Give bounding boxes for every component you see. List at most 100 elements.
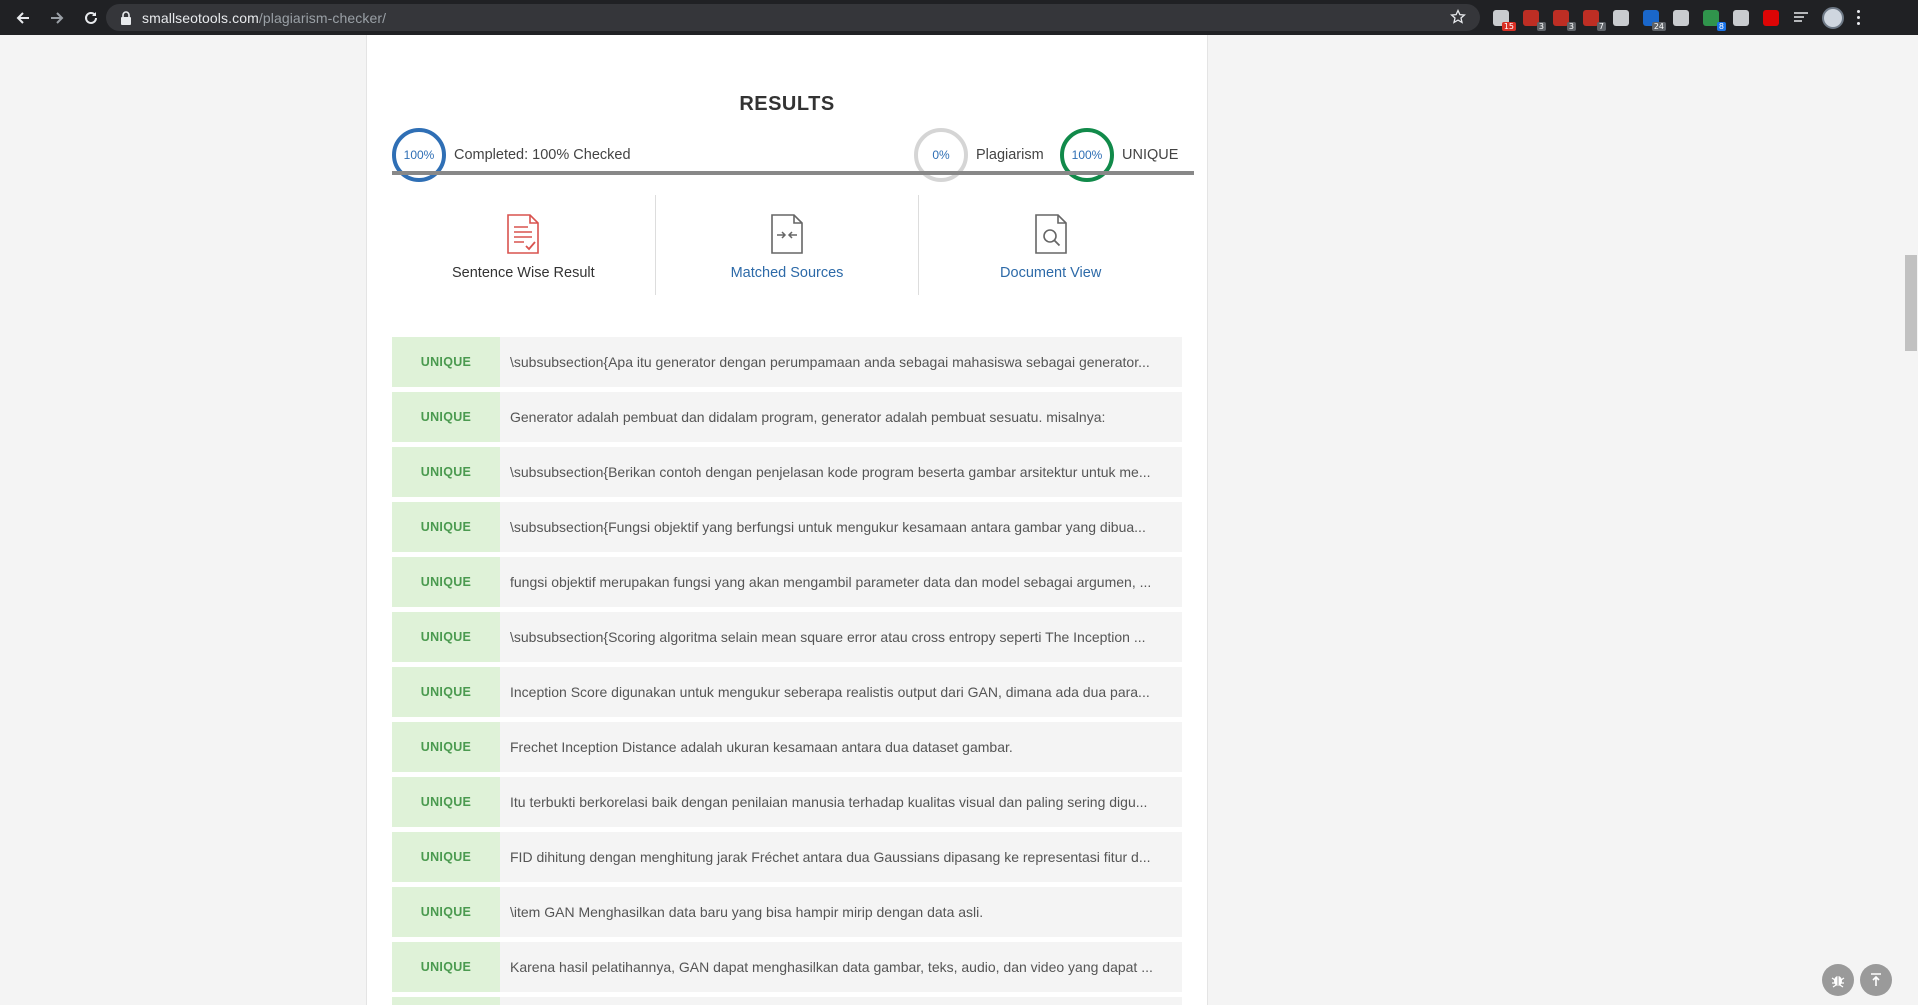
tab-label-sentence-wise: Sentence Wise Result xyxy=(452,265,595,281)
extension-badge: 24 xyxy=(1651,21,1666,31)
tab-document-view[interactable]: Document View xyxy=(918,195,1182,295)
reload-icon xyxy=(85,11,97,24)
extension-badge: 8 xyxy=(1716,21,1726,31)
tab-label-document-view: Document View xyxy=(1000,265,1102,281)
result-row[interactable]: UNIQUE Inception Score digunakan untuk me… xyxy=(392,667,1182,717)
bug-report-button[interactable] xyxy=(1822,964,1854,996)
forward-button[interactable] xyxy=(42,3,72,33)
result-row[interactable]: UNIQUE fungsi objektif merupakan fungsi y… xyxy=(392,557,1182,607)
forward-arrow-icon xyxy=(51,11,64,24)
plagiarism-label: Plagiarism xyxy=(976,147,1044,163)
extension-button[interactable]: 7 xyxy=(1580,7,1606,31)
extension-button[interactable] xyxy=(1670,7,1692,29)
compare-icon xyxy=(771,214,803,254)
sentence-text-value: Inception Score digunakan untuk mengukur… xyxy=(510,684,1150,700)
youtube-icon xyxy=(1763,9,1779,26)
extension-badge: 3 xyxy=(1566,21,1576,31)
download-icon xyxy=(1733,9,1749,26)
reading-list-icon xyxy=(1794,11,1808,22)
sentence-text-value: \item GAN Menghasilkan data baru yang bi… xyxy=(510,904,984,920)
unique-status-badge: UNIQUE xyxy=(392,392,500,442)
result-row[interactable]: UNIQUE Karena hasil pelatihannya, GAN dap… xyxy=(392,942,1182,992)
sentence-text-value: Generator adalah pembuat dan didalam pro… xyxy=(510,409,1106,425)
unique-status-badge: UNIQUE xyxy=(392,612,500,662)
sentence-text-value: FID dihitung dengan menghitung jarak Fré… xyxy=(510,849,1151,865)
unique-status-badge: UNIQUE xyxy=(392,337,500,387)
unique-status-badge: UNIQUE xyxy=(392,557,500,607)
unique-status-badge: UNIQUE xyxy=(392,777,500,827)
results-divider xyxy=(392,171,1194,175)
result-row[interactable]: UNIQUE \subsubsection{Berikan contoh deng… xyxy=(392,447,1182,497)
result-row[interactable]: UNIQUE FID dihitung dengan menghitung jar… xyxy=(392,832,1182,882)
sentence-text: \subsubsection{Scoring algoritma selain … xyxy=(500,612,1182,662)
tab-label-matched-sources: Matched Sources xyxy=(730,265,844,281)
result-row[interactable]: UNIQUE \subsubsection{Fungsi objektif yan… xyxy=(392,502,1182,552)
result-row[interactable]: UNIQUE \item GAN Menghasilkan data baru y… xyxy=(392,887,1182,937)
extension-button[interactable]: 15 xyxy=(1490,7,1516,31)
sentence-text: Inception Score digunakan untuk mengukur… xyxy=(500,667,1182,717)
unique-status-badge: UNIQUE xyxy=(392,887,500,937)
reading-list-button[interactable] xyxy=(1790,7,1812,29)
results-card: RESULTS 100% Completed: 100% Checked 0% … xyxy=(366,35,1208,1005)
tab-sentence-wise-result[interactable]: Sentence Wise Result xyxy=(392,195,655,295)
result-row[interactable]: UNIQUE Itu terbukti berkorelasi baik deng… xyxy=(392,777,1182,827)
back-arrow-icon xyxy=(16,11,29,24)
sentence-text: \item GAN Menghasilkan data baru yang bi… xyxy=(500,887,1182,937)
sentence-text: \subsubsection{Berikan contoh dengan pen… xyxy=(500,447,1182,497)
document-search-icon xyxy=(1034,214,1067,254)
sentence-text: Berkat hal tersebut, GAN dapat digunakan… xyxy=(500,997,1182,1005)
sentence-text-value: \subsubsection{Apa itu generator dengan … xyxy=(510,354,1150,370)
document-check-icon xyxy=(507,214,540,254)
sentence-text-value: \subsubsection{Fungsi objektif yang berf… xyxy=(510,519,1146,535)
extension-icon xyxy=(1673,9,1689,26)
sentence-text: \subsubsection{Fungsi objektif yang berf… xyxy=(500,502,1182,552)
sentence-text: Frechet Inception Distance adalah ukuran… xyxy=(500,722,1182,772)
extension-button[interactable] xyxy=(1730,7,1752,29)
result-row[interactable]: UNIQUE \subsubsection{Apa itu generator d… xyxy=(392,337,1182,387)
unique-status-badge: UNIQUE xyxy=(392,722,500,772)
extensions-bar: 15 3 3 7 24 8 xyxy=(1486,0,1866,35)
sentence-text-value: Frechet Inception Distance adalah ukuran… xyxy=(510,739,1013,755)
extension-button[interactable] xyxy=(1760,7,1782,29)
extension-button[interactable]: 3 xyxy=(1520,7,1546,31)
sentence-text-value: \subsubsection{Scoring algoritma selain … xyxy=(510,629,1146,645)
extension-badge: 3 xyxy=(1536,21,1546,31)
reload-button[interactable] xyxy=(76,3,106,33)
result-row[interactable]: UNIQUEBerkat hal tersebut, GAN dapat dig… xyxy=(392,997,1182,1005)
url-domain: smallseotools.com xyxy=(142,9,259,26)
sentence-text-value: Itu terbukti berkorelasi baik dengan pen… xyxy=(510,794,1148,810)
browser-toolbar: smallseotools.com/plagiarism-checker/ 15… xyxy=(0,0,1918,35)
bug-icon xyxy=(1831,976,1845,988)
page-scrollbar[interactable] xyxy=(1904,35,1918,1005)
unique-label: UNIQUE xyxy=(1122,147,1179,163)
sentence-text: fungsi objektif merupakan fungsi yang ak… xyxy=(500,557,1182,607)
unique-status-badge: UNIQUE xyxy=(392,502,500,552)
result-tabs: Sentence Wise Result Matched Sources Doc… xyxy=(392,195,1182,295)
scrollbar-thumb[interactable] xyxy=(1905,255,1917,351)
result-row[interactable]: UNIQUE \subsubsection{Scoring algoritma s… xyxy=(392,612,1182,662)
address-bar[interactable]: smallseotools.com/plagiarism-checker/ xyxy=(106,4,1480,31)
tab-matched-sources[interactable]: Matched Sources xyxy=(654,195,919,295)
sentence-text-value: fungsi objektif merupakan fungsi yang ak… xyxy=(510,574,1152,590)
unique-status-badge: UNIQUE xyxy=(392,447,500,497)
profile-avatar[interactable] xyxy=(1822,6,1844,29)
extension-button[interactable]: 3 xyxy=(1550,7,1576,31)
extension-badge: 7 xyxy=(1596,21,1606,31)
results-title: RESULTS xyxy=(739,93,835,115)
sentence-results-list: UNIQUE \subsubsection{Apa itu generator d… xyxy=(392,337,1182,1005)
result-row[interactable]: UNIQUE Frechet Inception Distance adalah … xyxy=(392,722,1182,772)
camera-icon xyxy=(1613,9,1629,26)
url-text: smallseotools.com/plagiarism-checker/ xyxy=(142,10,386,26)
extension-button[interactable] xyxy=(1610,7,1632,29)
unique-status-badge: UNIQUE xyxy=(392,942,500,992)
browser-menu-icon[interactable] xyxy=(1850,7,1866,29)
extension-button[interactable]: 8 xyxy=(1700,7,1726,31)
result-row[interactable]: UNIQUE Generator adalah pembuat dan didal… xyxy=(392,392,1182,442)
back-button[interactable] xyxy=(8,3,38,33)
bookmark-star-icon[interactable] xyxy=(1450,9,1466,25)
sentence-text-value: \subsubsection{Berikan contoh dengan pen… xyxy=(510,464,1151,480)
scroll-to-top-button[interactable] xyxy=(1860,964,1892,996)
sentence-text: \subsubsection{Apa itu generator dengan … xyxy=(500,337,1182,387)
extension-button[interactable]: 24 xyxy=(1640,7,1666,31)
sentence-text: FID dihitung dengan menghitung jarak Fré… xyxy=(500,832,1182,882)
